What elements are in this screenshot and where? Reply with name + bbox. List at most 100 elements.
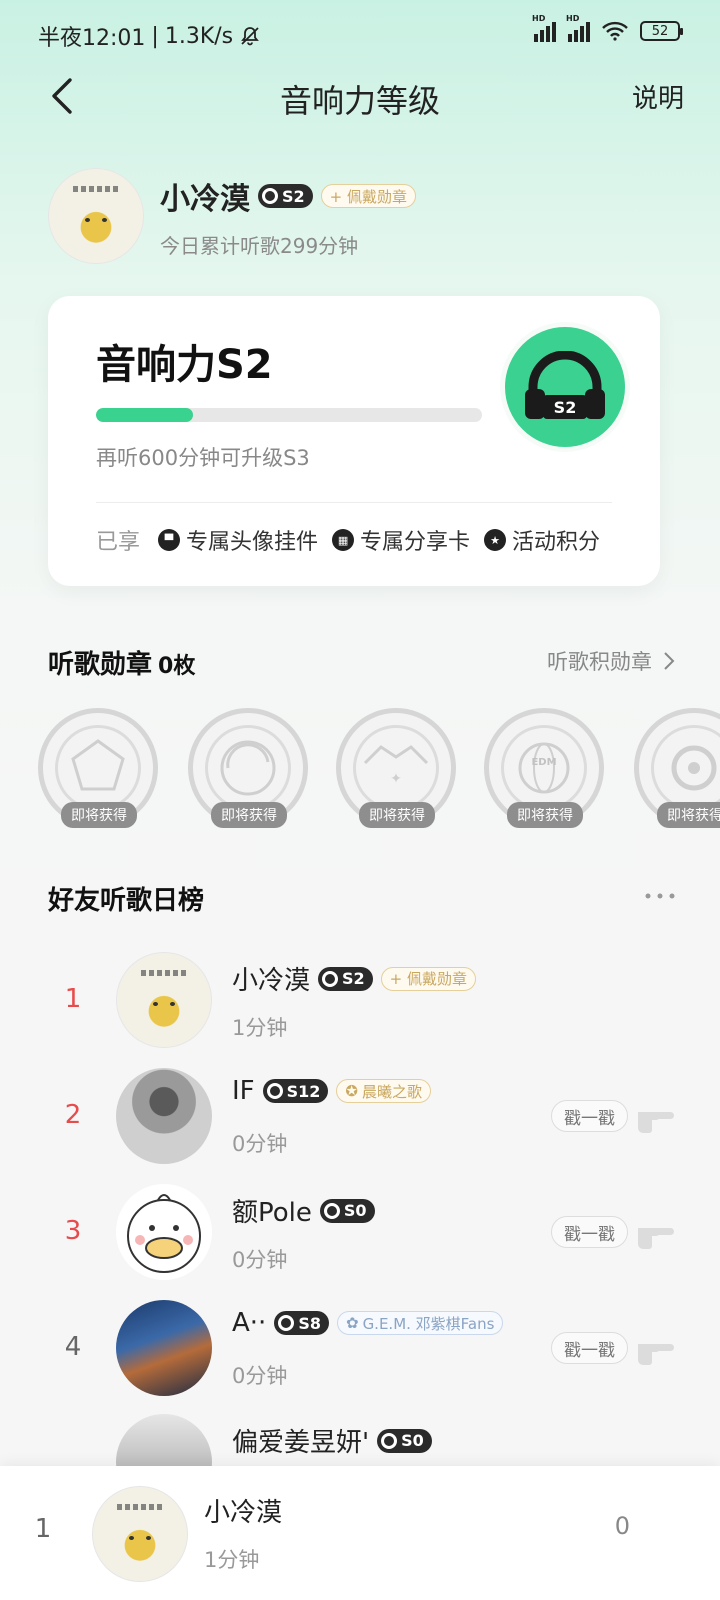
- wear-medal-button[interactable]: + 佩戴勋章: [320, 184, 416, 208]
- level-badge: S2: [318, 966, 373, 991]
- listen-time: 0分钟: [232, 1364, 288, 1388]
- avatar[interactable]: [92, 1486, 188, 1582]
- user-header: 小冷漠 S2 + 佩戴勋章 今日累计听歌299分钟: [48, 168, 668, 268]
- avatar-frame-icon: ▀: [158, 529, 181, 551]
- friend-name: IF: [232, 1076, 255, 1106]
- friend-name: A··: [232, 1308, 267, 1338]
- battery-level: 52: [651, 23, 669, 39]
- level-badge: S0: [377, 1428, 432, 1453]
- avatar[interactable]: [116, 1068, 212, 1164]
- level-icon: S2: [500, 322, 630, 452]
- pointing-hand-icon[interactable]: [636, 1332, 676, 1366]
- status-left: 半夜12:01 | 1.3K/s: [38, 20, 261, 52]
- bell-off-icon: [241, 27, 259, 46]
- card-divider: [96, 502, 612, 503]
- level-badge: S2: [258, 184, 313, 208]
- fan-badge: ✿ G.E.M. 邓紫棋Fans: [336, 1311, 504, 1335]
- star-icon: ★: [484, 529, 507, 551]
- level-card: 音响力S2 再听600分钟可升级S3 已享 ▀ 专属头像挂件 ▦ 专属分享卡 ★ 活动…: [48, 296, 660, 586]
- my-rank-number: 1: [34, 1514, 52, 1544]
- medals-count: 0枚: [158, 654, 196, 679]
- avatar[interactable]: [48, 168, 144, 264]
- rank-name-row: 偏爱姜昱妍' S0: [232, 1422, 432, 1459]
- more-options-icon[interactable]: [644, 892, 676, 900]
- ranking-title: 好友听歌日榜: [48, 886, 205, 916]
- avatar[interactable]: [116, 1300, 212, 1396]
- medal-status: 即将获得: [61, 802, 137, 828]
- pointing-hand-icon[interactable]: [636, 1100, 676, 1134]
- medal-item[interactable]: EDM 即将获得: [484, 708, 606, 830]
- poke-button[interactable]: 戳一戳: [551, 1216, 628, 1248]
- listen-time: 0分钟: [232, 1132, 288, 1156]
- my-listen-time: 1分钟: [204, 1548, 260, 1572]
- medal-icon: ✪: [345, 1082, 358, 1100]
- medal-status: 即将获得: [359, 802, 435, 828]
- signal-icon-2: HD: [566, 14, 590, 42]
- chevron-right-icon: [664, 652, 675, 670]
- medal-item[interactable]: 即将获得: [634, 708, 720, 830]
- svg-text:S2: S2: [554, 398, 577, 417]
- signal-icon: HD: [532, 14, 556, 42]
- status-time: 半夜12:01: [38, 26, 146, 51]
- status-right: HD HD 52: [532, 14, 683, 42]
- medals-list: 即将获得 即将获得 ✦ 即将获得 EDM 即将获得 即将获得: [38, 708, 720, 832]
- medal-item[interactable]: ✦ 即将获得: [336, 708, 458, 830]
- rank-name-row: A·· S8 ✿ G.E.M. 邓紫棋Fans: [232, 1308, 504, 1338]
- level-badge: S0: [319, 1198, 375, 1223]
- status-separator: |: [151, 23, 159, 49]
- today-listen-time: 今日累计听歌299分钟: [160, 234, 359, 258]
- ranking-row[interactable]: 3 额Pole S0 0分钟 戳一戳: [0, 1180, 720, 1290]
- perk-activity-points[interactable]: ★ 活动积分: [484, 524, 600, 556]
- pointing-hand-icon[interactable]: [636, 1216, 676, 1250]
- duck-avatar-image: [127, 1194, 201, 1273]
- status-speed: 1.3K/s: [164, 23, 234, 49]
- user-name: 小冷漠: [160, 182, 250, 217]
- upgrade-hint: 再听600分钟可升级S3: [96, 446, 310, 470]
- avatar[interactable]: [116, 1184, 212, 1280]
- headphones-icon: S2: [525, 351, 605, 419]
- avatar[interactable]: [116, 952, 212, 1048]
- medal-badge: ✪ 晨曦之歌: [336, 1079, 432, 1103]
- medal-item[interactable]: 即将获得: [188, 708, 310, 830]
- level-badge: S8: [274, 1311, 329, 1335]
- friend-name: 额Pole: [232, 1198, 312, 1228]
- rank-name-row: IF S12 ✪ 晨曦之歌: [232, 1076, 432, 1106]
- ranking-row[interactable]: 1 小冷漠 S2 + 佩戴勋章 1分钟: [0, 948, 720, 1058]
- battery-icon: 52: [640, 21, 683, 41]
- medal-item[interactable]: 即将获得: [38, 708, 160, 830]
- medal-status: 即将获得: [657, 802, 720, 828]
- friend-name: 偏爱姜昱妍': [232, 1428, 370, 1458]
- my-score: 0: [614, 1512, 630, 1540]
- svg-text:EDM: EDM: [531, 757, 556, 768]
- perk-share-card[interactable]: ▦ 专属分享卡: [332, 524, 470, 556]
- perks-label: 已享: [96, 530, 141, 555]
- medals-title: 听歌勋章 0枚: [48, 650, 196, 680]
- my-name: 小冷漠: [204, 1498, 283, 1528]
- poke-button[interactable]: 戳一戳: [551, 1100, 628, 1132]
- help-link[interactable]: 说明: [632, 78, 684, 115]
- rank-name-row: 额Pole S0: [232, 1192, 375, 1229]
- perk-avatar-frame[interactable]: ▀ 专属头像挂件: [158, 524, 318, 556]
- user-name-row: 小冷漠 S2 + 佩戴勋章: [160, 174, 416, 218]
- level-progress-fill: [96, 408, 193, 422]
- ranking-row[interactable]: 2 IF S12 ✪ 晨曦之歌 0分钟 戳一戳: [0, 1064, 720, 1174]
- level-progress-bar: [96, 408, 482, 422]
- medals-link[interactable]: 听歌积勋章: [547, 646, 676, 676]
- wear-medal-button[interactable]: + 佩戴勋章: [380, 966, 477, 991]
- page-title: 音响力等级: [279, 82, 440, 120]
- rank-number: 3: [64, 1216, 82, 1246]
- medal-status: 即将获得: [507, 802, 583, 828]
- poke-button[interactable]: 戳一戳: [551, 1332, 628, 1364]
- ranking-row[interactable]: 4 A·· S8 ✿ G.E.M. 邓紫棋Fans 0分钟 戳一戳: [0, 1296, 720, 1406]
- rank-number: 1: [64, 984, 82, 1014]
- friend-name: 小冷漠: [232, 966, 311, 996]
- my-rank-bar[interactable]: 1 小冷漠 1分钟 0: [0, 1466, 720, 1600]
- perks-row: 已享 ▀ 专属头像挂件 ▦ 专属分享卡 ★ 活动积分: [96, 524, 600, 556]
- listen-time: 0分钟: [232, 1248, 288, 1272]
- level-title: 音响力S2: [96, 342, 273, 388]
- svg-text:✦: ✦: [390, 771, 402, 787]
- share-card-icon: ▦: [332, 529, 355, 551]
- rank-number: 2: [64, 1100, 82, 1130]
- level-badge: S12: [262, 1079, 329, 1103]
- wifi-icon: [602, 21, 628, 41]
